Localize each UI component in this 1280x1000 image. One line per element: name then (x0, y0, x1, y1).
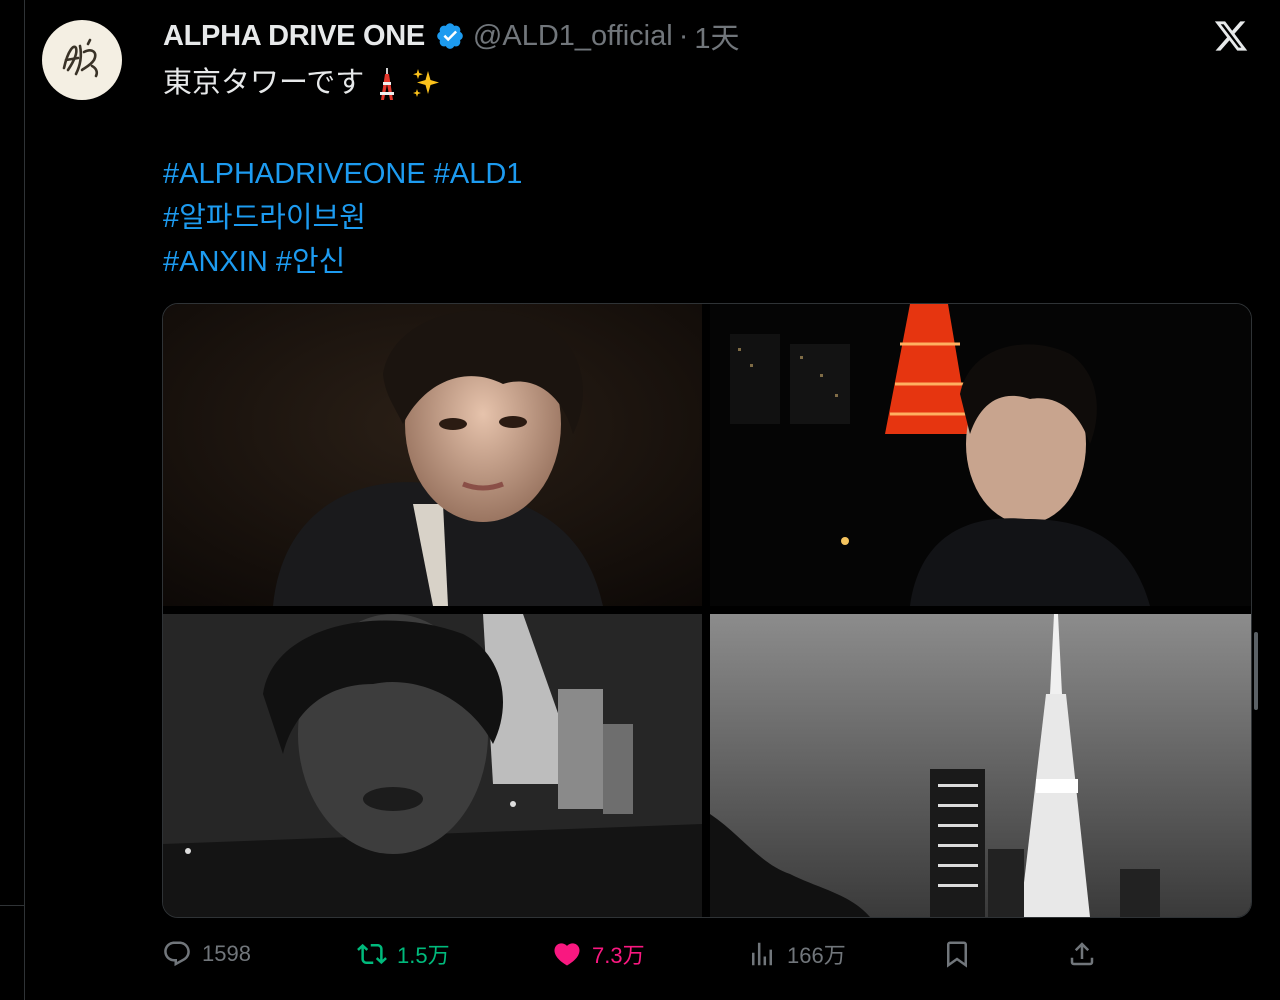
views-count: 166万 (787, 943, 846, 968)
tweet-actions: 1598 1.5万 7.3万 166万 (162, 930, 1262, 978)
share-icon (1070, 942, 1094, 966)
photo-4[interactable] (710, 614, 1251, 917)
heart-icon (554, 943, 580, 966)
retweet-count: 1.5万 (397, 943, 450, 968)
x-logo-icon[interactable] (1212, 18, 1250, 54)
like-button[interactable]: 7.3万 (552, 930, 645, 978)
tweet-body: 東京タワーです (163, 60, 1163, 106)
photo-4-image (710, 614, 1251, 917)
photo-2-image (710, 304, 1251, 606)
verified-badge-icon (437, 23, 463, 49)
retweet-button[interactable]: 1.5万 (357, 930, 450, 978)
hashtag-link[interactable]: #ALPHADRIVEONE (163, 158, 426, 190)
hashtag-link[interactable]: #알파드라이브원 (163, 202, 366, 234)
tweet-timestamp[interactable]: 1天 (694, 15, 739, 57)
timeline-border (24, 0, 25, 1000)
photo-3[interactable] (163, 614, 702, 917)
ald1-logo-icon (62, 38, 99, 78)
tweet-text: 東京タワーです (163, 67, 365, 99)
bookmark-icon (947, 941, 967, 968)
photo-1-image (163, 304, 702, 606)
user-handle[interactable]: @ALD1_official (473, 20, 673, 53)
photo-2[interactable] (710, 304, 1251, 606)
media-grid (162, 303, 1252, 918)
like-count: 7.3万 (592, 943, 645, 968)
photo-3-image (163, 614, 702, 917)
hashtag-link[interactable]: #ALD1 (434, 158, 523, 190)
reply-icon (164, 941, 190, 967)
sparkles-icon (413, 69, 440, 98)
retweet-icon (357, 943, 387, 965)
hashtag-link[interactable]: #ANXIN (163, 246, 268, 278)
hashtag-block: #ALPHADRIVEONE #ALD1 #알파드라이브원 #ANXIN #안신 (163, 152, 522, 284)
share-button[interactable] (1067, 930, 1097, 978)
views-icon (752, 942, 772, 966)
display-name[interactable]: ALPHA DRIVE ONE (163, 20, 425, 53)
photo-1[interactable] (163, 304, 702, 606)
hashtag-link[interactable]: #안신 (276, 246, 346, 278)
header-separator: · (678, 19, 689, 52)
reply-button[interactable]: 1598 (162, 930, 251, 978)
reply-count: 1598 (202, 941, 251, 966)
timeline-divider (0, 905, 24, 906)
tokyo-tower-icon (380, 68, 395, 101)
scrollbar-thumb[interactable] (1254, 632, 1258, 710)
views-button[interactable]: 166万 (747, 930, 846, 978)
bookmark-button[interactable] (942, 930, 972, 978)
tweet-header: ALPHA DRIVE ONE @ALD1_official · 1天 (163, 16, 740, 56)
avatar[interactable] (42, 20, 122, 100)
